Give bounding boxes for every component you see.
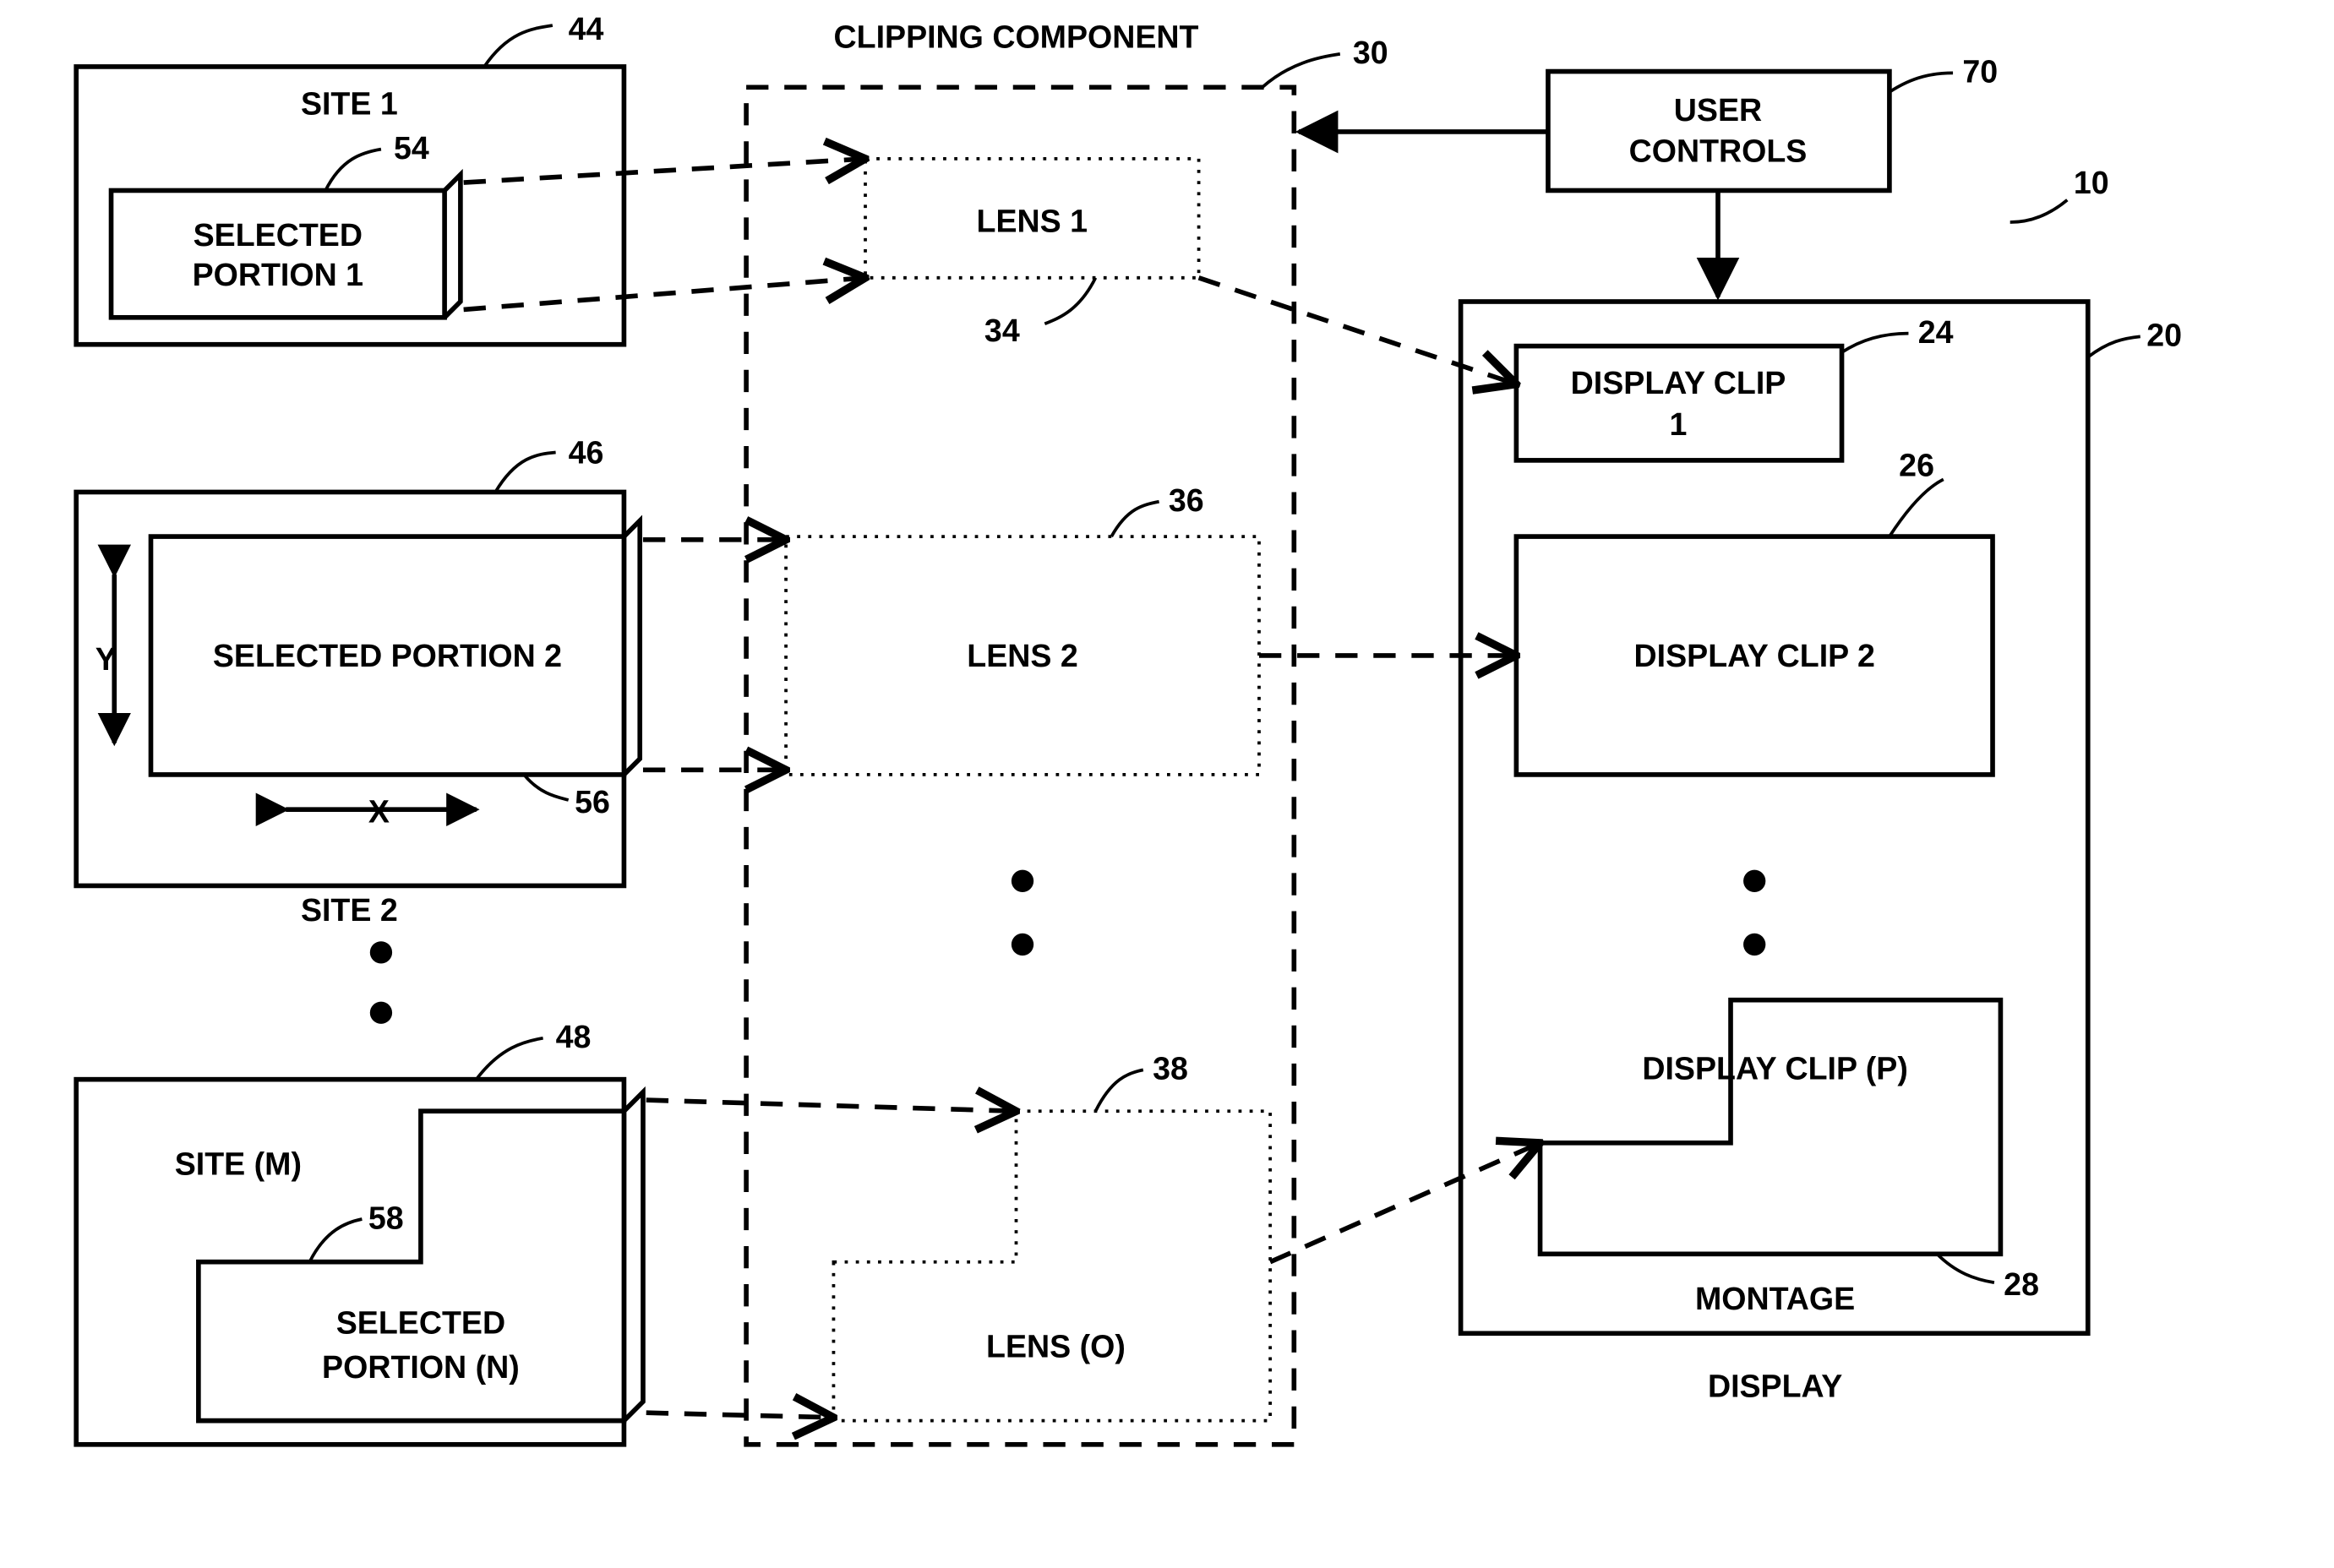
display-clip-p-label: DISPLAY CLIP (P) <box>1642 1051 1908 1086</box>
ref-54: 54 <box>394 130 429 166</box>
display-clip-1 <box>1516 346 1841 460</box>
ref-44: 44 <box>569 11 604 46</box>
site-2-title: SITE 2 <box>301 892 398 928</box>
ref-56: 56 <box>575 784 610 819</box>
dot <box>370 1002 392 1024</box>
site-m-title: SITE (M) <box>175 1146 302 1181</box>
selected-portion-2-label: SELECTED PORTION 2 <box>213 638 562 673</box>
lens-1-label: LENS 1 <box>977 203 1088 238</box>
user-controls-l2: CONTROLS <box>1629 133 1808 169</box>
lens-2-label: LENS 2 <box>967 638 1078 673</box>
montage-label: MONTAGE <box>1695 1281 1855 1316</box>
diagram-canvas: SITE 1 44 SELECTED PORTION 1 54 SITE 2 4… <box>0 0 2334 1492</box>
display-label: DISPLAY <box>1708 1368 1842 1403</box>
ref-24: 24 <box>1918 314 1954 350</box>
display-clip-1-l2: 1 <box>1670 406 1688 442</box>
ref-58: 58 <box>368 1200 404 1235</box>
ref-70: 70 <box>1962 54 1998 90</box>
selected-portion-1-label-1: SELECTED <box>194 217 363 253</box>
display-clip-2-label: DISPLAY CLIP 2 <box>1634 638 1875 673</box>
dot <box>1743 870 1765 892</box>
clipping-title: CLIPPING COMPONENT <box>834 19 1199 54</box>
lens-o <box>833 1111 1270 1420</box>
arrow-sitem-bot <box>646 1413 834 1418</box>
ref-34: 34 <box>984 313 1020 348</box>
axis-x: X <box>368 793 390 829</box>
site-2: SITE 2 46 SELECTED PORTION 2 Y X 56 <box>76 435 640 928</box>
ref-10: 10 <box>2074 165 2109 200</box>
user-controls <box>1548 72 1890 191</box>
selected-portion-1 <box>112 190 445 317</box>
ref-38: 38 <box>1153 1051 1188 1086</box>
selected-portion-n-l2: PORTION (N) <box>322 1349 520 1385</box>
ref-36: 36 <box>1169 482 1204 518</box>
ref-48: 48 <box>556 1019 592 1054</box>
dot <box>1012 870 1033 892</box>
ref-28: 28 <box>2004 1266 2039 1302</box>
display-clip-1-l1: DISPLAY CLIP <box>1571 365 1786 400</box>
selected-portion-1-label-2: PORTION 1 <box>193 257 363 292</box>
dot <box>1743 934 1765 956</box>
dot <box>370 941 392 963</box>
ref-26: 26 <box>1899 448 1934 483</box>
arrow-sitem-top <box>646 1100 1017 1111</box>
selected-portion-n-l1: SELECTED <box>336 1304 505 1340</box>
axis-y: Y <box>95 641 117 677</box>
ref-20: 20 <box>2146 318 2182 353</box>
lens-o-label: LENS (O) <box>986 1328 1126 1364</box>
dot <box>1012 934 1033 956</box>
site-m: 48 SITE (M) SELECTED PORTION (N) 58 <box>76 1019 643 1445</box>
ref-46: 46 <box>569 435 604 471</box>
user-controls-l1: USER <box>1674 92 1762 128</box>
site-1-title: SITE 1 <box>301 85 398 121</box>
ref-30: 30 <box>1353 35 1388 70</box>
